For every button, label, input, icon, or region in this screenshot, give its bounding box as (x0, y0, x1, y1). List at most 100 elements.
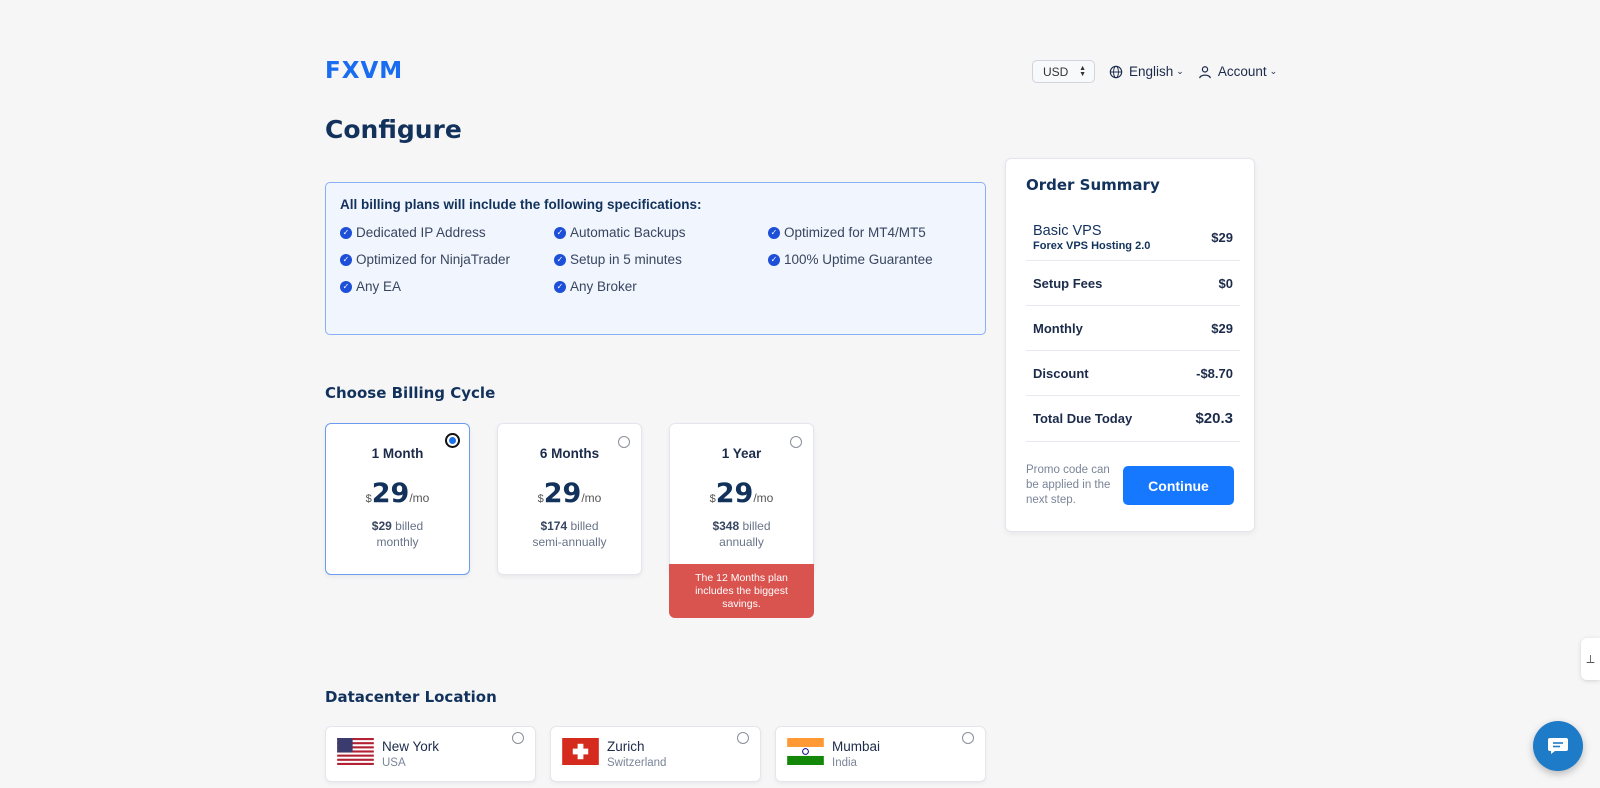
spec-item: ✓ Optimized for NinjaTrader (340, 251, 554, 268)
billed-word: billed (742, 519, 771, 533)
spec-item: ✓ Any EA (340, 278, 554, 295)
billed-amount: $174 (540, 519, 568, 533)
spec-item: ✓ Setup in 5 minutes (554, 251, 768, 268)
check-icon: ✓ (768, 253, 780, 266)
summary-label: Discount (1033, 365, 1089, 381)
spec-label: 100% Uptime Guarantee (784, 252, 933, 267)
account-menu[interactable]: Account ⌄ (1198, 64, 1277, 79)
datacenter-radio[interactable] (512, 732, 524, 744)
summary-label: Setup Fees (1033, 275, 1103, 291)
currency-select[interactable]: USD ▲ ▼ (1032, 60, 1095, 83)
order-summary-card: Order Summary Basic VPS Forex VPS Hostin… (1005, 158, 1255, 532)
language-label: English (1129, 64, 1174, 79)
datacenter-option-new-york[interactable]: New York USA (325, 726, 536, 782)
price-period: /mo (753, 491, 774, 505)
currency-value: USD (1043, 64, 1069, 79)
chevron-down-icon: ⌄ (1176, 66, 1184, 76)
billed-period: semi-annually (532, 535, 607, 549)
price-period: /mo (581, 491, 602, 505)
spec-item: ✓ Optimized for MT4/MT5 (768, 224, 982, 241)
summary-row-total: Total Due Today $20.3 (1026, 396, 1240, 442)
spec-label: Dedicated IP Address (356, 225, 486, 240)
check-icon: ✓ (340, 280, 352, 293)
total-value: $20.3 (1195, 410, 1233, 427)
savings-banner: The 12 Months plan includes the biggest … (669, 564, 814, 618)
summary-value: -$8.70 (1196, 365, 1233, 381)
spec-label: Optimized for MT4/MT5 (784, 225, 926, 240)
billing-option-price: $ 29 /mo (670, 478, 813, 509)
user-icon (1198, 65, 1211, 78)
plan-price: $29 (1211, 230, 1233, 245)
us-flag-icon (337, 738, 374, 765)
chevron-down-icon: ⌄ (1269, 66, 1278, 76)
spec-label: Any Broker (570, 279, 637, 294)
spec-item: ✓ Dedicated IP Address (340, 224, 554, 241)
globe-icon (1109, 65, 1123, 78)
billed-note: $348 billed annually (670, 518, 813, 550)
continue-button[interactable]: Continue (1123, 466, 1234, 505)
promo-note: Promo code can be applied in the next st… (1026, 464, 1111, 506)
price-period: /mo (409, 491, 430, 505)
price-amount: 29 (543, 478, 582, 509)
chat-button[interactable] (1533, 721, 1583, 771)
billing-option-name: 1 Month (371, 446, 424, 461)
check-icon: ✓ (554, 253, 566, 266)
datacenter-radio[interactable] (962, 732, 974, 744)
billing-radio[interactable] (790, 436, 802, 448)
billing-option-1-month[interactable]: 1 Month $ 29 /mo $29 billed monthly (325, 423, 470, 575)
summary-value: $0 (1218, 275, 1233, 291)
billing-option-name: 6 Months (539, 446, 600, 461)
language-menu[interactable]: English ⌄ (1109, 64, 1184, 79)
billed-note: $29 billed monthly (326, 518, 469, 550)
billing-option-price: $ 29 /mo (498, 478, 641, 509)
swiss-flag-icon (562, 738, 599, 765)
select-arrows-icon: ▲ ▼ (1079, 64, 1086, 78)
specifications-box: All billing plans will include the follo… (325, 182, 986, 335)
billed-word: billed (395, 519, 424, 533)
summary-plan-row: Basic VPS Forex VPS Hosting 2.0 $29 (1026, 215, 1240, 261)
spec-label: Any EA (356, 279, 402, 294)
spec-label: Automatic Backups (570, 225, 686, 240)
price-amount: 29 (371, 478, 410, 509)
datacenter-radio[interactable] (737, 732, 749, 744)
datacenter-country: India (832, 757, 857, 769)
check-icon: ✓ (340, 253, 352, 266)
check-icon: ✓ (340, 226, 352, 239)
datacenter-city: Mumbai (832, 739, 881, 754)
price-amount: 29 (715, 478, 754, 509)
plan-subtitle: Forex VPS Hosting 2.0 (1033, 240, 1151, 252)
datacenter-heading: Datacenter Location (325, 688, 497, 706)
billing-cycle-heading: Choose Billing Cycle (325, 384, 496, 402)
page-title: Configure (325, 115, 462, 144)
spec-label: Optimized for NinjaTrader (356, 252, 511, 267)
check-icon: ✓ (554, 226, 566, 239)
spec-item: ✓ Automatic Backups (554, 224, 768, 241)
billing-option-6-months[interactable]: 6 Months $ 29 /mo $174 billed semi-annua… (497, 423, 642, 575)
spec-item: ✓ Any Broker (554, 278, 768, 295)
billed-word: billed (570, 519, 599, 533)
billed-period: annually (719, 535, 764, 549)
order-summary-heading: Order Summary (1026, 176, 1160, 194)
top-navigation: USD ▲ ▼ English ⌄ Account ⌄ (1032, 60, 1277, 83)
billed-amount: $29 (371, 519, 392, 533)
billing-radio[interactable] (618, 436, 630, 448)
billing-radio[interactable] (445, 433, 460, 448)
billing-option-1-year[interactable]: 1 Year $ 29 /mo $348 billed annually The… (669, 423, 814, 618)
datacenter-city: Zurich (607, 739, 645, 754)
specifications-heading: All billing plans will include the follo… (340, 197, 702, 212)
summary-row-setup-fees: Setup Fees $0 (1026, 261, 1240, 306)
datacenter-option-mumbai[interactable]: Mumbai India (775, 726, 986, 782)
fxvm-logo[interactable]: FXVM (325, 58, 403, 84)
datacenter-option-zurich[interactable]: Zurich Switzerland (550, 726, 761, 782)
summary-label: Monthly (1033, 320, 1083, 336)
billing-option-price: $ 29 /mo (326, 478, 469, 509)
datacenter-city: New York (382, 739, 440, 754)
summary-row-discount: Discount -$8.70 (1026, 351, 1240, 396)
plan-name: Basic VPS (1033, 223, 1102, 239)
summary-value: $29 (1211, 320, 1233, 336)
specifications-list: ✓ Dedicated IP Address ✓ Automatic Backups… (340, 224, 971, 295)
summary-row-monthly: Monthly $29 (1026, 306, 1240, 351)
side-tab-handle-icon[interactable]: ⟂ (1581, 638, 1600, 680)
total-label: Total Due Today (1033, 411, 1133, 426)
billed-note: $174 billed semi-annually (498, 518, 641, 550)
